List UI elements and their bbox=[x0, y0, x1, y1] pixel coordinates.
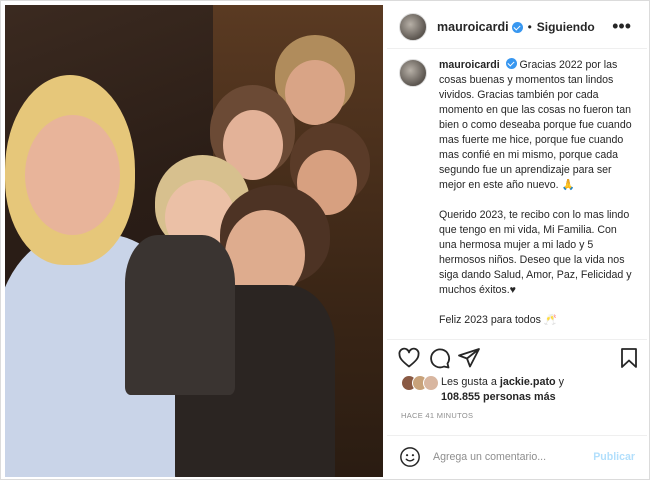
caption-paragraph-2: Querido 2023, te recibo con lo mas lindo… bbox=[439, 209, 632, 296]
post-side-pane: mauroicardi • Siguiendo ••• mauroicardi … bbox=[387, 5, 647, 477]
likes-user-link[interactable]: jackie.pato bbox=[500, 376, 556, 388]
comment-input[interactable] bbox=[433, 450, 594, 463]
comment-icon[interactable] bbox=[427, 346, 451, 370]
caption-username[interactable]: mauroicardi bbox=[439, 59, 500, 71]
caption-row: mauroicardi Gracias 2022 por las cosas b… bbox=[399, 57, 635, 328]
comment-box: Publicar bbox=[387, 435, 647, 477]
share-icon[interactable] bbox=[457, 346, 481, 370]
liker-avatars[interactable] bbox=[401, 375, 441, 391]
avatar[interactable] bbox=[399, 59, 427, 87]
likes-summary: Les gusta a jackie.pato y 108.855 person… bbox=[401, 375, 641, 405]
verified-badge-icon bbox=[511, 22, 523, 33]
post-timestamp[interactable]: HACE 41 MINUTOS bbox=[401, 411, 473, 420]
instagram-post: mauroicardi • Siguiendo ••• mauroicardi … bbox=[0, 0, 650, 480]
caption-paragraph-1: Gracias 2022 por las cosas buenas y mome… bbox=[439, 59, 632, 191]
likes-text: Les gusta a jackie.pato y 108.855 person… bbox=[441, 375, 564, 405]
photo-figure bbox=[285, 60, 345, 125]
likes-count-link[interactable]: 108.855 personas más bbox=[441, 391, 556, 403]
avatar[interactable] bbox=[399, 12, 427, 41]
header-username[interactable]: mauroicardi bbox=[437, 20, 509, 34]
more-options-icon[interactable]: ••• bbox=[612, 17, 631, 35]
post-header: mauroicardi • Siguiendo ••• bbox=[387, 5, 647, 49]
header-separator: • bbox=[527, 19, 532, 34]
emoji-icon[interactable] bbox=[399, 446, 421, 468]
post-photo[interactable] bbox=[5, 5, 383, 477]
bookmark-icon[interactable] bbox=[617, 346, 641, 370]
verified-badge-icon bbox=[505, 58, 517, 69]
photo-figure bbox=[25, 115, 120, 235]
caption-text: mauroicardi Gracias 2022 por las cosas b… bbox=[439, 57, 635, 328]
caption-area: mauroicardi Gracias 2022 por las cosas b… bbox=[387, 57, 647, 335]
following-button[interactable]: Siguiendo bbox=[537, 20, 595, 34]
action-bar bbox=[387, 339, 647, 375]
likes-connector: y bbox=[558, 376, 565, 388]
avatar bbox=[423, 375, 439, 391]
likes-prefix: Les gusta a bbox=[441, 376, 497, 388]
heart-icon[interactable] bbox=[397, 346, 421, 370]
photo-figure bbox=[125, 235, 235, 395]
publish-button[interactable]: Publicar bbox=[593, 451, 635, 463]
caption-paragraph-3: Feliz 2023 para todos 🥂 bbox=[439, 314, 558, 326]
caption-paragraph: mauroicardi Gracias 2022 por las cosas b… bbox=[439, 57, 635, 193]
